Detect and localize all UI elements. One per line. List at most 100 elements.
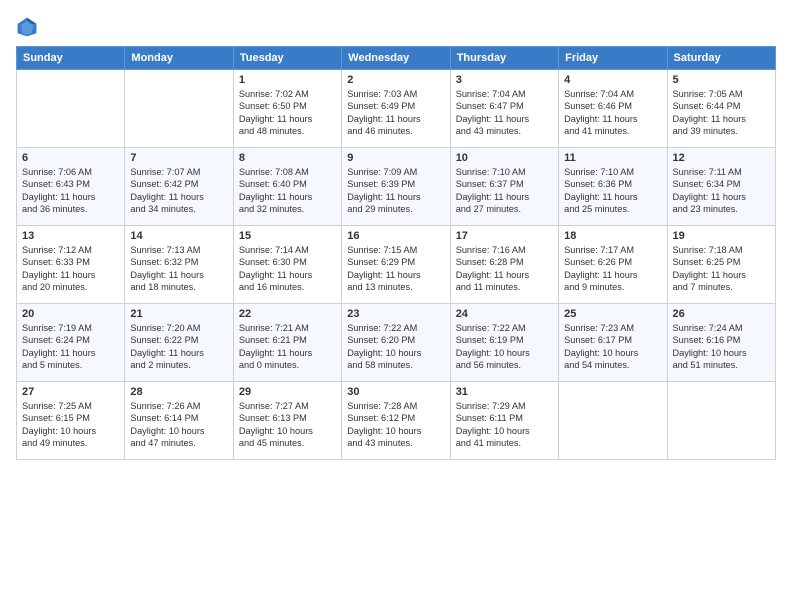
day-info: Sunrise: 7:20 AM Sunset: 6:22 PM Dayligh… xyxy=(130,322,227,372)
day-number: 30 xyxy=(347,386,444,398)
week-row-4: 27Sunrise: 7:25 AM Sunset: 6:15 PM Dayli… xyxy=(17,382,776,460)
day-cell: 18 Sunrise: 7:17 AM Sunset: 6:26 PM Dayli… xyxy=(559,226,667,304)
weekday-header-saturday: Saturday xyxy=(667,47,775,70)
day-cell: 28Sunrise: 7:26 AM Sunset: 6:14 PM Dayli… xyxy=(125,382,233,460)
day-cell: 24 Sunrise: 7:22 AM Sunset: 6:19 PM Dayli… xyxy=(450,304,558,382)
day-cell: 19Sunrise: 7:18 AM Sunset: 6:25 PM Dayli… xyxy=(667,226,775,304)
day-cell: 15 Sunrise: 7:14 AM Sunset: 6:30 PM Dayli… xyxy=(233,226,341,304)
day-cell: 30 Sunrise: 7:28 AM Sunset: 6:12 PM Dayli… xyxy=(342,382,450,460)
day-info: Sunrise: 7:18 AM Sunset: 6:25 PM Dayligh… xyxy=(673,244,770,294)
weekday-header-tuesday: Tuesday xyxy=(233,47,341,70)
week-row-2: 13 Sunrise: 7:12 AM Sunset: 6:33 PM Dayli… xyxy=(17,226,776,304)
day-cell xyxy=(559,382,667,460)
day-cell: 6 Sunrise: 7:06 AM Sunset: 6:43 PM Daylig… xyxy=(17,148,125,226)
day-number: 27 xyxy=(22,386,119,398)
day-info: Sunrise: 7:22 AM Sunset: 6:20 PM Dayligh… xyxy=(347,322,444,372)
day-info: Sunrise: 7:05 AM Sunset: 6:44 PM Dayligh… xyxy=(673,88,770,138)
weekday-header-sunday: Sunday xyxy=(17,47,125,70)
day-info: Sunrise: 7:09 AM Sunset: 6:39 PM Dayligh… xyxy=(347,166,444,216)
day-number: 4 xyxy=(564,74,661,86)
day-number: 1 xyxy=(239,74,336,86)
day-info: Sunrise: 7:27 AM Sunset: 6:13 PM Dayligh… xyxy=(239,400,336,450)
day-info: Sunrise: 7:04 AM Sunset: 6:46 PM Dayligh… xyxy=(564,88,661,138)
day-number: 20 xyxy=(22,308,119,320)
day-info: Sunrise: 7:08 AM Sunset: 6:40 PM Dayligh… xyxy=(239,166,336,216)
day-number: 24 xyxy=(456,308,553,320)
day-info: Sunrise: 7:12 AM Sunset: 6:33 PM Dayligh… xyxy=(22,244,119,294)
logo-icon xyxy=(16,16,38,38)
day-cell: 25 Sunrise: 7:23 AM Sunset: 6:17 PM Dayli… xyxy=(559,304,667,382)
day-info: Sunrise: 7:15 AM Sunset: 6:29 PM Dayligh… xyxy=(347,244,444,294)
day-info: Sunrise: 7:22 AM Sunset: 6:19 PM Dayligh… xyxy=(456,322,553,372)
day-number: 21 xyxy=(130,308,227,320)
week-row-0: 1Sunrise: 7:02 AM Sunset: 6:50 PM Daylig… xyxy=(17,70,776,148)
day-info: Sunrise: 7:03 AM Sunset: 6:49 PM Dayligh… xyxy=(347,88,444,138)
day-cell: 4 Sunrise: 7:04 AM Sunset: 6:46 PM Daylig… xyxy=(559,70,667,148)
day-cell: 2 Sunrise: 7:03 AM Sunset: 6:49 PM Daylig… xyxy=(342,70,450,148)
day-number: 13 xyxy=(22,230,119,242)
day-number: 25 xyxy=(564,308,661,320)
day-cell: 16Sunrise: 7:15 AM Sunset: 6:29 PM Dayli… xyxy=(342,226,450,304)
day-number: 22 xyxy=(239,308,336,320)
day-info: Sunrise: 7:19 AM Sunset: 6:24 PM Dayligh… xyxy=(22,322,119,372)
day-info: Sunrise: 7:16 AM Sunset: 6:28 PM Dayligh… xyxy=(456,244,553,294)
day-info: Sunrise: 7:06 AM Sunset: 6:43 PM Dayligh… xyxy=(22,166,119,216)
day-info: Sunrise: 7:17 AM Sunset: 6:26 PM Dayligh… xyxy=(564,244,661,294)
day-number: 31 xyxy=(456,386,553,398)
day-info: Sunrise: 7:14 AM Sunset: 6:30 PM Dayligh… xyxy=(239,244,336,294)
day-cell: 13 Sunrise: 7:12 AM Sunset: 6:33 PM Dayli… xyxy=(17,226,125,304)
day-cell: 3Sunrise: 7:04 AM Sunset: 6:47 PM Daylig… xyxy=(450,70,558,148)
day-number: 23 xyxy=(347,308,444,320)
day-number: 6 xyxy=(22,152,119,164)
weekday-header-friday: Friday xyxy=(559,47,667,70)
day-cell: 12 Sunrise: 7:11 AM Sunset: 6:34 PM Dayli… xyxy=(667,148,775,226)
week-row-3: 20 Sunrise: 7:19 AM Sunset: 6:24 PM Dayli… xyxy=(17,304,776,382)
day-cell: 5 Sunrise: 7:05 AM Sunset: 6:44 PM Daylig… xyxy=(667,70,775,148)
weekday-header-row: SundayMondayTuesdayWednesdayThursdayFrid… xyxy=(17,47,776,70)
day-cell: 1Sunrise: 7:02 AM Sunset: 6:50 PM Daylig… xyxy=(233,70,341,148)
day-info: Sunrise: 7:21 AM Sunset: 6:21 PM Dayligh… xyxy=(239,322,336,372)
day-cell: 17 Sunrise: 7:16 AM Sunset: 6:28 PM Dayli… xyxy=(450,226,558,304)
day-info: Sunrise: 7:24 AM Sunset: 6:16 PM Dayligh… xyxy=(673,322,770,372)
day-cell xyxy=(17,70,125,148)
day-number: 18 xyxy=(564,230,661,242)
day-info: Sunrise: 7:13 AM Sunset: 6:32 PM Dayligh… xyxy=(130,244,227,294)
day-info: Sunrise: 7:10 AM Sunset: 6:36 PM Dayligh… xyxy=(564,166,661,216)
day-number: 17 xyxy=(456,230,553,242)
day-cell: 31 Sunrise: 7:29 AM Sunset: 6:11 PM Dayli… xyxy=(450,382,558,460)
day-number: 8 xyxy=(239,152,336,164)
day-info: Sunrise: 7:29 AM Sunset: 6:11 PM Dayligh… xyxy=(456,400,553,450)
day-info: Sunrise: 7:28 AM Sunset: 6:12 PM Dayligh… xyxy=(347,400,444,450)
week-row-1: 6 Sunrise: 7:06 AM Sunset: 6:43 PM Daylig… xyxy=(17,148,776,226)
day-number: 29 xyxy=(239,386,336,398)
day-info: Sunrise: 7:10 AM Sunset: 6:37 PM Dayligh… xyxy=(456,166,553,216)
day-cell: 27Sunrise: 7:25 AM Sunset: 6:15 PM Dayli… xyxy=(17,382,125,460)
calendar: SundayMondayTuesdayWednesdayThursdayFrid… xyxy=(16,46,776,460)
day-info: Sunrise: 7:26 AM Sunset: 6:14 PM Dayligh… xyxy=(130,400,227,450)
day-number: 2 xyxy=(347,74,444,86)
day-info: Sunrise: 7:07 AM Sunset: 6:42 PM Dayligh… xyxy=(130,166,227,216)
day-number: 12 xyxy=(673,152,770,164)
header xyxy=(16,16,776,38)
day-info: Sunrise: 7:23 AM Sunset: 6:17 PM Dayligh… xyxy=(564,322,661,372)
day-cell xyxy=(667,382,775,460)
day-number: 11 xyxy=(564,152,661,164)
page: SundayMondayTuesdayWednesdayThursdayFrid… xyxy=(0,0,792,612)
day-info: Sunrise: 7:11 AM Sunset: 6:34 PM Dayligh… xyxy=(673,166,770,216)
weekday-header-wednesday: Wednesday xyxy=(342,47,450,70)
day-cell xyxy=(125,70,233,148)
day-number: 14 xyxy=(130,230,227,242)
weekday-header-thursday: Thursday xyxy=(450,47,558,70)
day-cell: 9 Sunrise: 7:09 AM Sunset: 6:39 PM Daylig… xyxy=(342,148,450,226)
day-number: 7 xyxy=(130,152,227,164)
day-number: 9 xyxy=(347,152,444,164)
day-cell: 10Sunrise: 7:10 AM Sunset: 6:37 PM Dayli… xyxy=(450,148,558,226)
day-number: 15 xyxy=(239,230,336,242)
weekday-header-monday: Monday xyxy=(125,47,233,70)
day-cell: 14 Sunrise: 7:13 AM Sunset: 6:32 PM Dayli… xyxy=(125,226,233,304)
day-cell: 11 Sunrise: 7:10 AM Sunset: 6:36 PM Dayli… xyxy=(559,148,667,226)
day-number: 26 xyxy=(673,308,770,320)
day-number: 5 xyxy=(673,74,770,86)
day-cell: 20 Sunrise: 7:19 AM Sunset: 6:24 PM Dayli… xyxy=(17,304,125,382)
day-cell: 21 Sunrise: 7:20 AM Sunset: 6:22 PM Dayli… xyxy=(125,304,233,382)
